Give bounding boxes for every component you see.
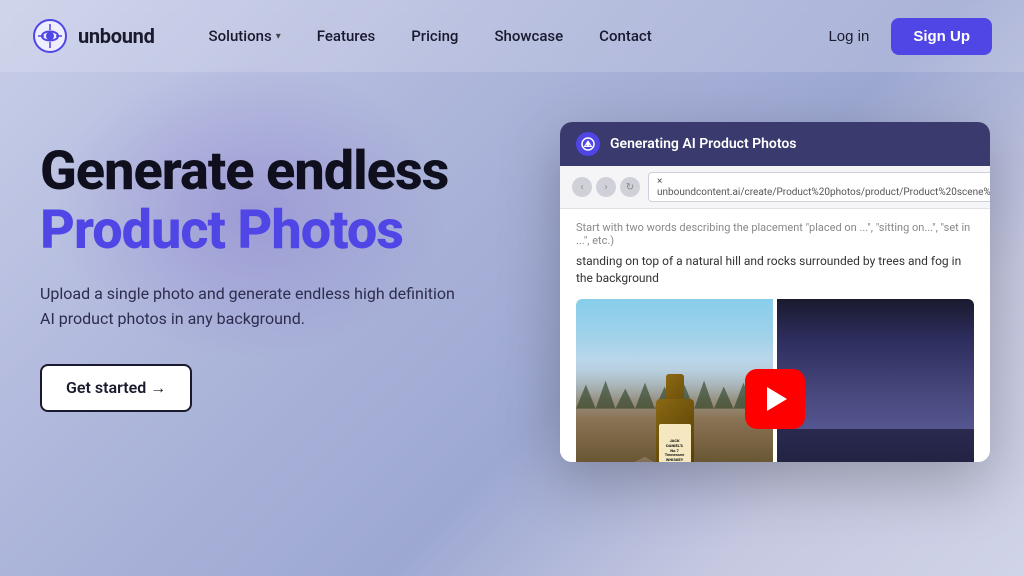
reload-button[interactable]: ↻ bbox=[620, 177, 640, 197]
bottle-label-text: JACK DANIEL'SNo.7TennesseeWHISKEY bbox=[662, 439, 688, 462]
toolbar-nav: ‹ › ↻ bbox=[572, 177, 640, 197]
hero-left: Generate endless Product Photos Upload a… bbox=[40, 132, 520, 412]
app-prompt: standing on top of a natural hill and ro… bbox=[576, 253, 974, 287]
get-started-button[interactable]: Get started → bbox=[40, 364, 192, 412]
nav-contact[interactable]: Contact bbox=[585, 19, 666, 53]
nav-showcase[interactable]: Showcase bbox=[480, 19, 577, 53]
nav-pricing[interactable]: Pricing bbox=[397, 19, 472, 53]
bottle-body: JACK DANIEL'SNo.7TennesseeWHISKEY bbox=[656, 399, 694, 462]
play-icon bbox=[767, 387, 787, 411]
bottle-product: JACK DANIEL'SNo.7TennesseeWHISKEY bbox=[650, 369, 700, 462]
login-button[interactable]: Log in bbox=[814, 20, 883, 53]
bottle-label: JACK DANIEL'SNo.7TennesseeWHISKEY bbox=[659, 424, 691, 462]
logo-wordmark: unbound bbox=[78, 24, 155, 48]
app-toolbar: ‹ › ↻ × unboundcontent.ai/create/Product… bbox=[560, 166, 990, 209]
product-image-right bbox=[777, 299, 974, 462]
solutions-dropdown-icon: ▾ bbox=[276, 31, 281, 42]
hero-section: Generate endless Product Photos Upload a… bbox=[0, 72, 1024, 462]
navbar: unbound Solutions ▾ Features Pricing Sho… bbox=[0, 0, 1024, 72]
signup-button[interactable]: Sign Up bbox=[891, 18, 992, 55]
app-content: Start with two words describing the plac… bbox=[560, 209, 990, 462]
nav-solutions[interactable]: Solutions ▾ bbox=[195, 19, 295, 53]
play-button[interactable] bbox=[745, 369, 805, 429]
logo-icon bbox=[32, 18, 68, 54]
logo[interactable]: unbound bbox=[32, 18, 155, 54]
address-bar[interactable]: × unboundcontent.ai/create/Product%20pho… bbox=[648, 172, 990, 202]
hero-title-line1: Generate endless bbox=[40, 142, 520, 201]
nav-links: Solutions ▾ Features Pricing Showcase Co… bbox=[195, 19, 815, 53]
app-label: Start with two words describing the plac… bbox=[576, 221, 974, 247]
chrome-bar: Generating AI Product Photos bbox=[560, 122, 990, 166]
product-image-left: JACK DANIEL'SNo.7TennesseeWHISKEY bbox=[576, 299, 773, 462]
back-button[interactable]: ‹ bbox=[572, 177, 592, 197]
product-images-container: JACK DANIEL'SNo.7TennesseeWHISKEY bbox=[576, 299, 974, 462]
hero-right: Generating AI Product Photos ‹ › ↻ × unb… bbox=[560, 122, 990, 462]
hero-subtitle: Upload a single photo and generate endle… bbox=[40, 281, 460, 332]
chrome-logo-icon bbox=[576, 132, 600, 156]
forward-button[interactable]: › bbox=[596, 177, 616, 197]
app-screenshot: Generating AI Product Photos ‹ › ↻ × unb… bbox=[560, 122, 990, 462]
hero-title-line2: Product Photos bbox=[40, 201, 520, 260]
chrome-tab-title: Generating AI Product Photos bbox=[610, 136, 974, 152]
nav-right: Log in Sign Up bbox=[814, 18, 992, 55]
nav-features[interactable]: Features bbox=[303, 19, 389, 53]
